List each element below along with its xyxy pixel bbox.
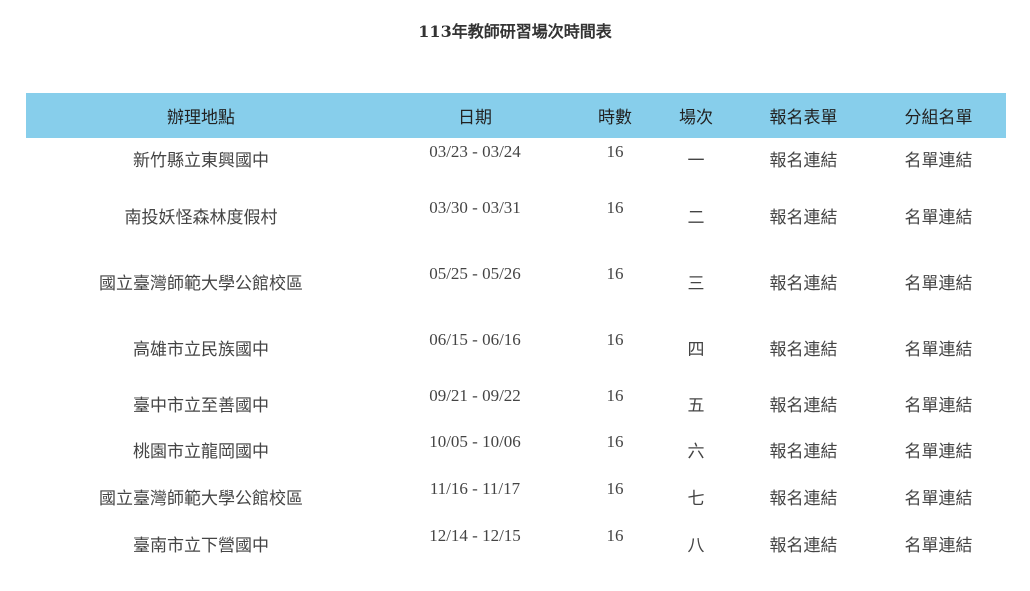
header-hours: 時數 <box>574 93 656 138</box>
location-cell: 臺中市立至善國中 <box>133 396 269 416</box>
date-cell: 03/23 - 03/24 <box>429 142 521 161</box>
date-cell: 05/25 - 05/26 <box>429 264 521 283</box>
form-link-cell: 報名連結 <box>736 382 871 428</box>
form-link[interactable]: 報名連結 <box>770 489 838 509</box>
group-link-cell: 名單連結 <box>871 194 1006 260</box>
hours-cell: 16 <box>606 386 624 405</box>
table-row: 臺中市立至善國中 09/21 - 09/22 16 五 報名連結 名單連結 <box>26 382 1006 428</box>
date-cell: 09/21 - 09/22 <box>429 386 521 405</box>
header-session: 場次 <box>656 93 736 138</box>
hours-cell: 16 <box>606 198 624 217</box>
session-cell: 二 <box>687 208 705 228</box>
group-link-cell: 名單連結 <box>871 475 1006 522</box>
form-link[interactable]: 報名連結 <box>770 208 838 228</box>
group-link[interactable]: 名單連結 <box>905 340 973 360</box>
date-cell: 10/05 - 10/06 <box>429 432 521 451</box>
form-link[interactable]: 報名連結 <box>770 396 838 416</box>
form-link-cell: 報名連結 <box>736 475 871 522</box>
group-link-cell: 名單連結 <box>871 428 1006 475</box>
table-row: 國立臺灣師範大學公館校區 11/16 - 11/17 16 七 報名連結 名單連… <box>26 475 1006 522</box>
form-link-cell: 報名連結 <box>736 260 871 326</box>
form-link[interactable]: 報名連結 <box>770 340 838 360</box>
session-cell: 六 <box>687 442 705 462</box>
group-link-cell: 名單連結 <box>871 260 1006 326</box>
form-link-cell: 報名連結 <box>736 522 871 572</box>
group-link-cell: 名單連結 <box>871 326 1006 382</box>
location-cell: 桃園市立龍岡國中 <box>133 442 269 462</box>
table-row: 新竹縣立東興國中 03/23 - 03/24 16 一 報名連結 名單連結 <box>26 138 1006 194</box>
location-cell: 國立臺灣師範大學公館校區 <box>99 489 303 509</box>
hours-cell: 16 <box>606 142 624 161</box>
session-cell: 五 <box>687 396 705 416</box>
location-cell: 國立臺灣師範大學公館校區 <box>99 274 303 294</box>
date-cell: 11/16 - 11/17 <box>429 479 521 498</box>
page-title: 113年教師研習場次時間表 <box>418 22 612 41</box>
group-link[interactable]: 名單連結 <box>905 396 973 416</box>
session-cell: 七 <box>687 489 705 509</box>
form-link[interactable]: 報名連結 <box>770 442 838 462</box>
group-link[interactable]: 名單連結 <box>905 151 973 171</box>
form-link-cell: 報名連結 <box>736 138 871 194</box>
date-cell: 12/14 - 12/15 <box>429 526 521 545</box>
table-row: 高雄市立民族國中 06/15 - 06/16 16 四 報名連結 名單連結 <box>26 326 1006 382</box>
header-row: 辦理地點 日期 時數 場次 報名表單 分組名單 <box>26 93 1006 138</box>
form-link-cell: 報名連結 <box>736 194 871 260</box>
form-link-cell: 報名連結 <box>736 428 871 475</box>
table-row: 國立臺灣師範大學公館校區 05/25 - 05/26 16 三 報名連結 名單連… <box>26 260 1006 326</box>
session-cell: 四 <box>687 340 705 360</box>
group-link[interactable]: 名單連結 <box>905 536 973 556</box>
hours-cell: 16 <box>606 330 624 349</box>
table-row: 南投妖怪森林度假村 03/30 - 03/31 16 二 報名連結 名單連結 <box>26 194 1006 260</box>
form-link[interactable]: 報名連結 <box>770 151 838 171</box>
header-group: 分組名單 <box>871 93 1006 138</box>
schedule-table: 辦理地點 日期 時數 場次 報名表單 分組名單 新竹縣立東興國中 03/23 -… <box>26 93 1006 572</box>
date-cell: 06/15 - 06/16 <box>429 330 521 349</box>
header-date: 日期 <box>376 93 574 138</box>
session-cell: 一 <box>687 151 705 171</box>
group-link[interactable]: 名單連結 <box>905 274 973 294</box>
hours-cell: 16 <box>606 432 624 451</box>
date-cell: 03/30 - 03/31 <box>429 198 521 217</box>
location-cell: 高雄市立民族國中 <box>133 340 269 360</box>
hours-cell: 16 <box>606 526 624 545</box>
group-link[interactable]: 名單連結 <box>905 208 973 228</box>
group-link-cell: 名單連結 <box>871 522 1006 572</box>
session-cell: 三 <box>687 274 705 294</box>
group-link[interactable]: 名單連結 <box>905 489 973 509</box>
form-link[interactable]: 報名連結 <box>770 536 838 556</box>
group-link-cell: 名單連結 <box>871 382 1006 428</box>
session-cell: 八 <box>687 536 705 556</box>
group-link[interactable]: 名單連結 <box>905 442 973 462</box>
hours-cell: 16 <box>606 479 624 498</box>
form-link[interactable]: 報名連結 <box>770 274 838 294</box>
table-row: 桃園市立龍岡國中 10/05 - 10/06 16 六 報名連結 名單連結 <box>26 428 1006 475</box>
hours-cell: 16 <box>606 264 624 283</box>
group-link-cell: 名單連結 <box>871 138 1006 194</box>
form-link-cell: 報名連結 <box>736 326 871 382</box>
table-row: 臺南市立下營國中 12/14 - 12/15 16 八 報名連結 名單連結 <box>26 522 1006 572</box>
location-cell: 臺南市立下營國中 <box>133 536 269 556</box>
location-cell: 新竹縣立東興國中 <box>133 151 269 171</box>
location-cell: 南投妖怪森林度假村 <box>124 208 278 228</box>
header-location: 辦理地點 <box>26 93 376 138</box>
header-form: 報名表單 <box>736 93 871 138</box>
